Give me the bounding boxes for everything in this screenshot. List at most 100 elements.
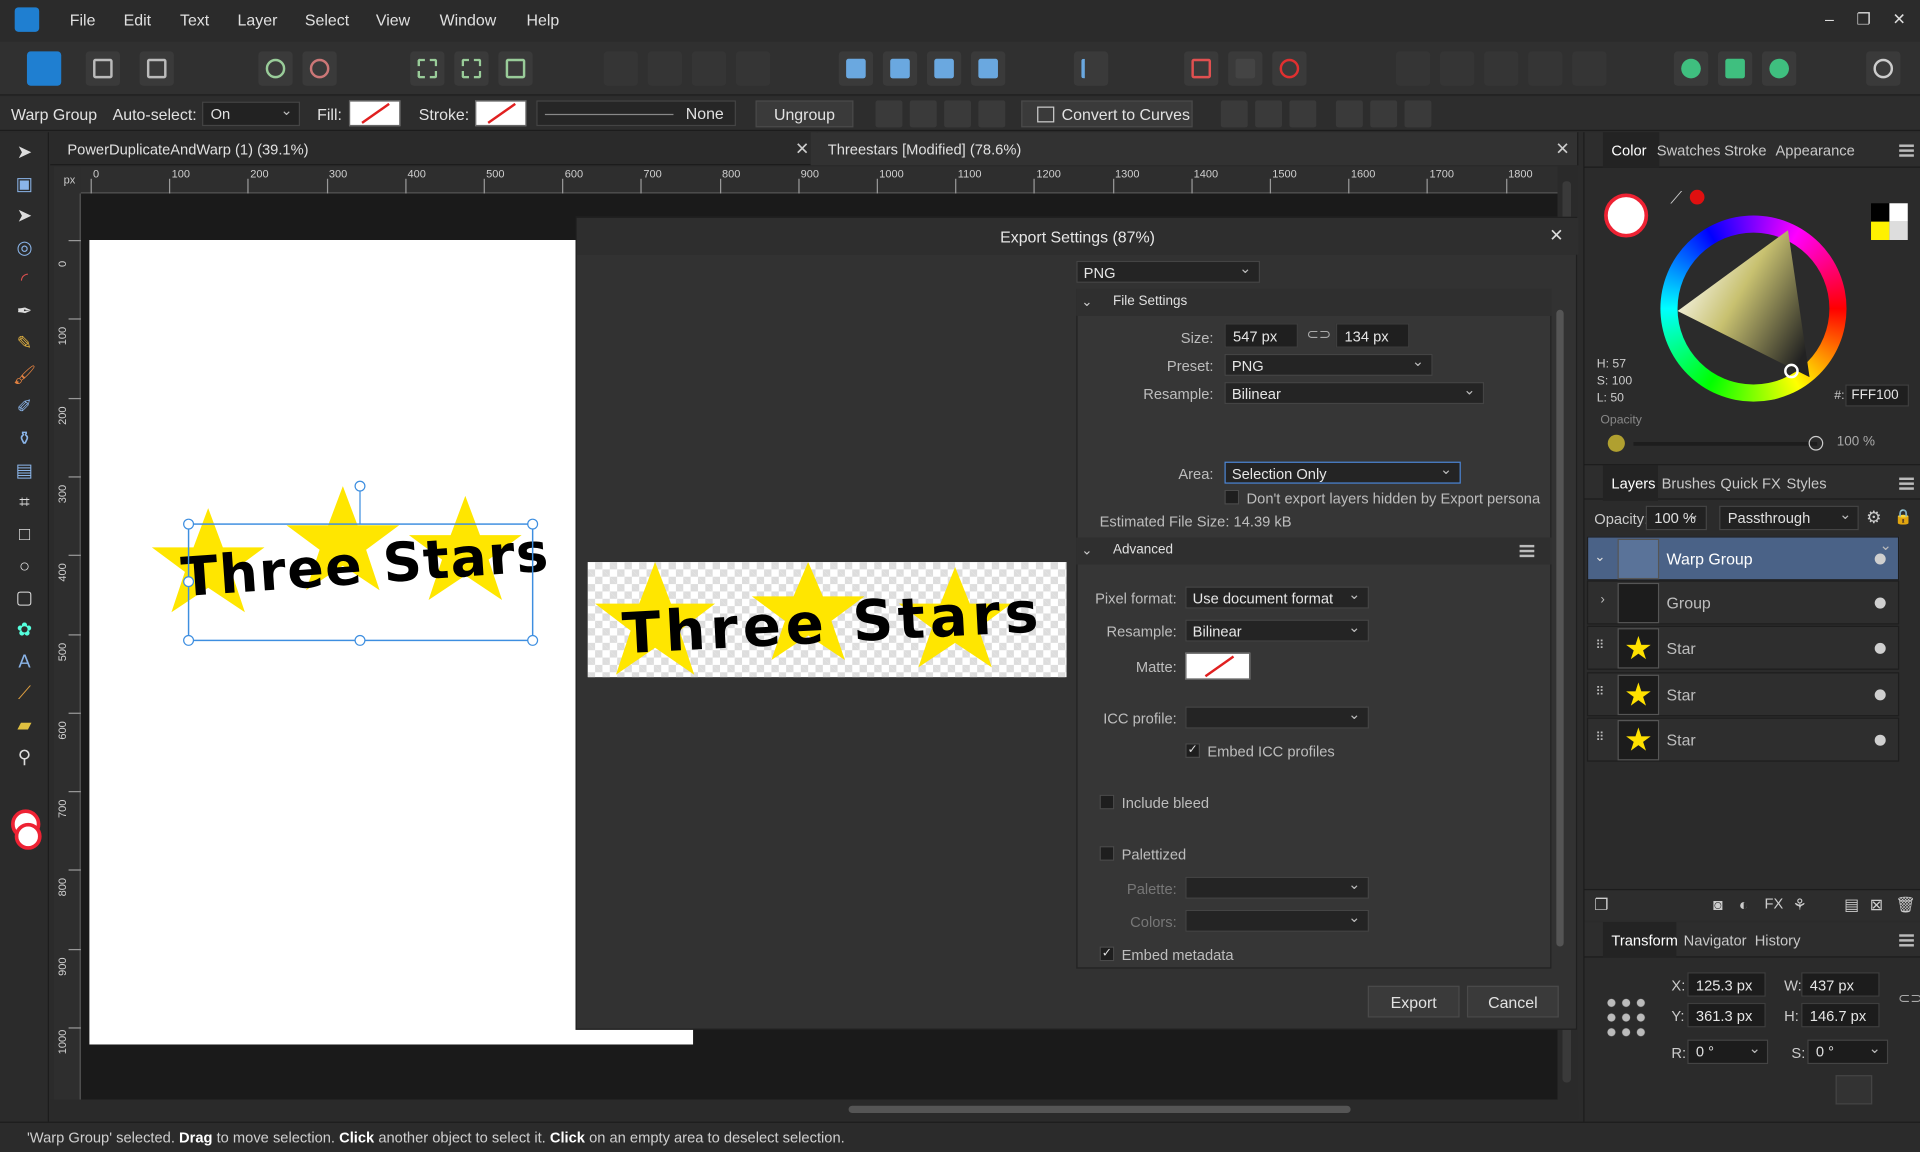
pixel-persona-icon[interactable] [85,51,121,86]
fill-tool-icon[interactable]: ⚱ [12,427,36,451]
selection-handle[interactable] [527,518,539,530]
y-input[interactable]: 361.3 px [1687,1002,1766,1028]
shear-input[interactable]: 0 ° [1807,1039,1889,1065]
tab-appearance[interactable]: Appearance [1776,142,1855,159]
quick-swatches[interactable] [1871,203,1908,241]
studio-icon[interactable] [1762,51,1797,86]
adjustment-icon[interactable]: ◐ [1739,895,1749,913]
layer-row-group[interactable]: › Group [1586,580,1900,625]
align-top-icon[interactable] [1335,100,1363,128]
tab-stroke[interactable]: Stroke [1724,142,1766,159]
resample-dropdown[interactable]: Bilinear [1224,381,1485,405]
group-layers-icon[interactable]: ⊠ [1870,895,1883,915]
opacity-slider[interactable] [1633,442,1818,446]
horizontal-scrollbar[interactable] [50,1099,1579,1120]
fill-stroke-widget[interactable] [11,809,43,851]
align-icon[interactable] [1073,51,1109,86]
format-dropdown[interactable]: PNG [1076,260,1261,283]
boolean-intersect-icon[interactable] [691,51,727,86]
stroke-style-selector[interactable]: None [536,100,736,127]
icc-profile-dropdown[interactable] [1185,705,1369,729]
menu-select[interactable]: Select [305,11,349,29]
snapping-icon[interactable] [302,51,337,86]
menu-icon[interactable] [1899,144,1914,157]
menu-view[interactable]: View [376,11,410,29]
color-fill-indicator[interactable] [1604,193,1649,238]
colors-dropdown[interactable] [1185,909,1369,932]
alignment-handles-icon[interactable] [498,51,533,86]
selection-handle[interactable] [183,634,195,646]
file-settings-header[interactable]: ⌄ File Settings [1076,288,1552,316]
move-tool-icon[interactable]: ➤ [12,141,36,165]
align-bottom-icon[interactable] [1404,100,1432,128]
align-right-icon[interactable] [1289,100,1317,128]
bounding-box-icon[interactable] [454,51,489,86]
area-dropdown[interactable]: Selection Only [1224,460,1461,484]
share-icon[interactable] [1717,51,1753,86]
visibility-toggle[interactable] [1874,734,1886,746]
color-cursor[interactable] [1784,363,1799,379]
measure-tool-icon[interactable]: ▰ [12,714,36,738]
tab-transform[interactable]: Transform [1611,932,1677,949]
settings-scrollbar[interactable] [1554,291,1566,967]
width-field[interactable]: 547 px [1224,323,1298,348]
snap-grid-icon[interactable] [1184,51,1219,86]
transform-options-button[interactable] [1835,1075,1873,1105]
assistant-icon[interactable] [1673,51,1709,86]
tab-layers[interactable]: Layers [1611,475,1655,492]
resample-advanced-dropdown[interactable]: Bilinear [1185,618,1369,642]
h-input[interactable]: 146.7 px [1801,1002,1880,1028]
opacity-slider-thumb[interactable] [1808,435,1824,451]
close-icon[interactable]: ✕ [1549,225,1563,246]
pen-tool-icon[interactable]: ✒ [12,300,36,324]
blend-mode-dropdown[interactable]: Passthrough [1719,505,1859,531]
menu-edit[interactable]: Edit [124,11,151,29]
tab-threestars[interactable]: Threestars [Modified] (78.6%) ✕ [810,132,1579,166]
close-window-icon[interactable]: ✕ [1891,10,1908,28]
pixel-tool-icon[interactable]: ✐ [12,396,36,420]
chevron-down-icon[interactable]: ⌄ [1594,549,1605,565]
embed-icc-checkbox[interactable]: ✓ [1185,743,1201,758]
rotate-right-icon[interactable] [971,51,1006,86]
trash-icon[interactable]: 🗑 [1896,895,1916,915]
selection-handle[interactable] [354,634,366,646]
visibility-toggle[interactable] [1874,642,1886,654]
boolean-add-icon[interactable] [603,51,638,86]
eyedropper-icon[interactable]: ⟋ [1670,187,1682,208]
ellipse-tool-icon[interactable]: ○ [12,555,36,579]
include-bleed-checkbox[interactable] [1099,794,1115,810]
tab-navigator[interactable]: Navigator [1684,932,1747,949]
visibility-toggle[interactable] [1874,689,1886,701]
shape-tool-icon[interactable]: ✿ [12,618,36,642]
transparency-tool-icon[interactable]: ▤ [12,459,36,483]
auto-select-dropdown[interactable]: On [202,101,301,127]
designer-persona-icon[interactable] [26,51,62,86]
transform-center-icon[interactable] [875,100,903,128]
crop-tool-icon[interactable]: ⌗ [12,491,36,515]
menu-help[interactable]: Help [527,11,560,29]
layer-row-star-3[interactable]: ⠿ ★ Star [1586,717,1900,762]
menu-window[interactable]: Window [440,11,497,29]
minimize-icon[interactable]: – [1821,10,1838,28]
add-layer-icon[interactable]: ▤ [1844,895,1859,915]
mask-icon[interactable]: ◙ [1713,895,1723,913]
rotation-input[interactable]: 0 ° [1687,1039,1769,1065]
horizontal-scroll-thumb[interactable] [848,1105,1351,1114]
magnet-icon[interactable] [1272,51,1307,86]
affinity-logo-icon[interactable] [14,7,40,32]
cancel-button[interactable]: Cancel [1466,985,1559,1018]
selection-handle[interactable] [183,518,195,530]
layer-opacity-dropdown[interactable]: 100 % [1645,505,1707,531]
layer-row-star-2[interactable]: ⠿ ★ Star [1586,672,1900,717]
stroke-swatch[interactable] [475,100,527,127]
transform-origin-icon[interactable] [410,51,445,86]
gear-icon[interactable]: ⚙ [1866,507,1881,528]
selection-handle[interactable] [527,634,539,646]
menu-icon[interactable] [1899,477,1914,490]
warp-group-artwork[interactable]: Three Stars [147,471,576,655]
gray-swatch[interactable] [1889,221,1908,241]
node-tool-icon[interactable]: ➤ [12,204,36,228]
brush-tool-icon[interactable]: 🖌 [12,364,36,388]
arrange-back-icon[interactable] [1395,51,1431,86]
link-icon[interactable]: ⊂⊃ [1307,326,1332,343]
